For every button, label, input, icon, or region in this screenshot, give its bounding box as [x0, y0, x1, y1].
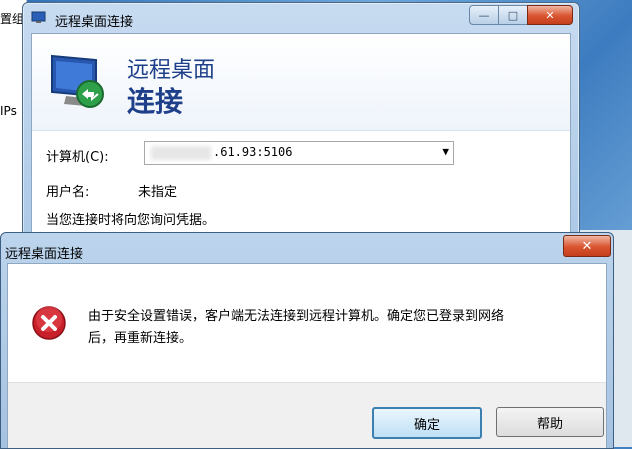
dialog-title: 远程桌面连接 [5, 247, 84, 262]
username-value: 未指定 [138, 185, 178, 200]
dropdown-arrow-icon[interactable]: ▼ [442, 145, 449, 158]
window-title: 远程桌面连接 [55, 15, 134, 30]
computer-label: 计算机(C): [46, 150, 109, 165]
banner-title-line2: 连接 [127, 85, 184, 118]
remote-desktop-icon [31, 11, 46, 23]
help-button[interactable]: 帮助 [496, 407, 604, 437]
remote-desktop-window: 远程桌面连接 — □ ✕ 远程桌面 连接 计算机(C): .61.93:5106… [22, 2, 580, 264]
maximize-button[interactable]: □ [498, 5, 528, 25]
computer-value: .61.93:5106 [213, 145, 293, 159]
computer-combobox[interactable]: .61.93:5106 ▼ [144, 141, 454, 165]
redacted-ip [151, 146, 211, 160]
error-message: 由于安全设置错误，客户端无法连接到远程计算机。确定您已登录到网络 后，再重新连接… [88, 306, 578, 350]
banner: 远程桌面 连接 [32, 34, 570, 131]
dialog-button-bar: 确定 帮助 [8, 382, 606, 448]
error-dialog: 远程桌面连接 ✕ 由于安全设置错误，客户端无法连接到远程计算机。确定您已登录到网… [0, 232, 614, 449]
error-message-line2: 后，再重新连接。 [88, 331, 193, 346]
credential-note: 当您连接时将向您询问凭据。 [46, 213, 216, 228]
username-label: 用户名: [46, 185, 90, 200]
dialog-close-button[interactable]: ✕ [563, 235, 611, 257]
window-content: 远程桌面 连接 计算机(C): .61.93:5106 ▼ 用户名: 未指定 当… [31, 33, 571, 263]
error-message-line1: 由于安全设置错误，客户端无法连接到远程计算机。确定您已登录到网络 [88, 309, 505, 324]
minimize-button[interactable]: — [469, 5, 499, 25]
ok-button[interactable]: 确定 [372, 407, 482, 439]
error-icon [32, 306, 66, 340]
close-button[interactable]: ✕ [527, 5, 573, 25]
dialog-content: 由于安全设置错误，客户端无法连接到远程计算机。确定您已登录到网络 后，再重新连接… [7, 263, 607, 448]
window-titlebar[interactable]: 远程桌面连接 — □ ✕ [23, 3, 579, 33]
monitor-connection-icon [51, 54, 104, 108]
